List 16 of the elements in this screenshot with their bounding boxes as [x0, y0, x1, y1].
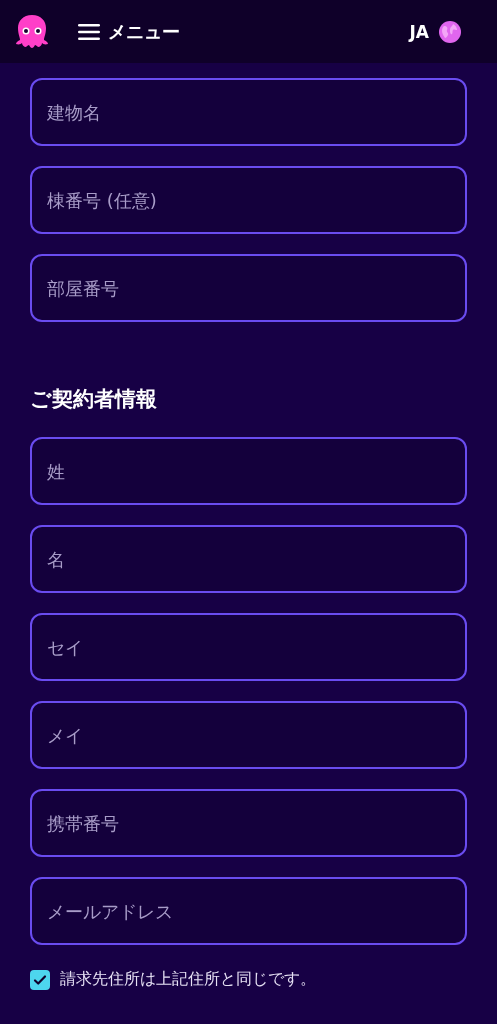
input-field[interactable]: セイ	[30, 613, 467, 681]
menu-icon	[78, 22, 100, 41]
language-button[interactable]: JA	[409, 20, 461, 43]
input-field[interactable]: 名	[30, 525, 467, 593]
globe-icon	[439, 20, 461, 43]
input-field[interactable]: メールアドレス	[30, 877, 467, 945]
input-field[interactable]: 棟番号 (任意)	[30, 166, 467, 234]
input-field[interactable]: 建物名	[30, 78, 467, 146]
input-field[interactable]: 携帯番号	[30, 789, 467, 857]
checkbox-label: 請求先住所は上記住所と同じです。	[60, 969, 316, 990]
menu-button[interactable]: メニュー	[78, 19, 180, 44]
section-heading: ご契約者情報	[30, 386, 158, 413]
input-field[interactable]: 姓	[30, 437, 467, 505]
input-field[interactable]: 部屋番号	[30, 254, 467, 322]
input-field[interactable]: メイ	[30, 701, 467, 769]
checkbox[interactable]	[30, 969, 50, 990]
